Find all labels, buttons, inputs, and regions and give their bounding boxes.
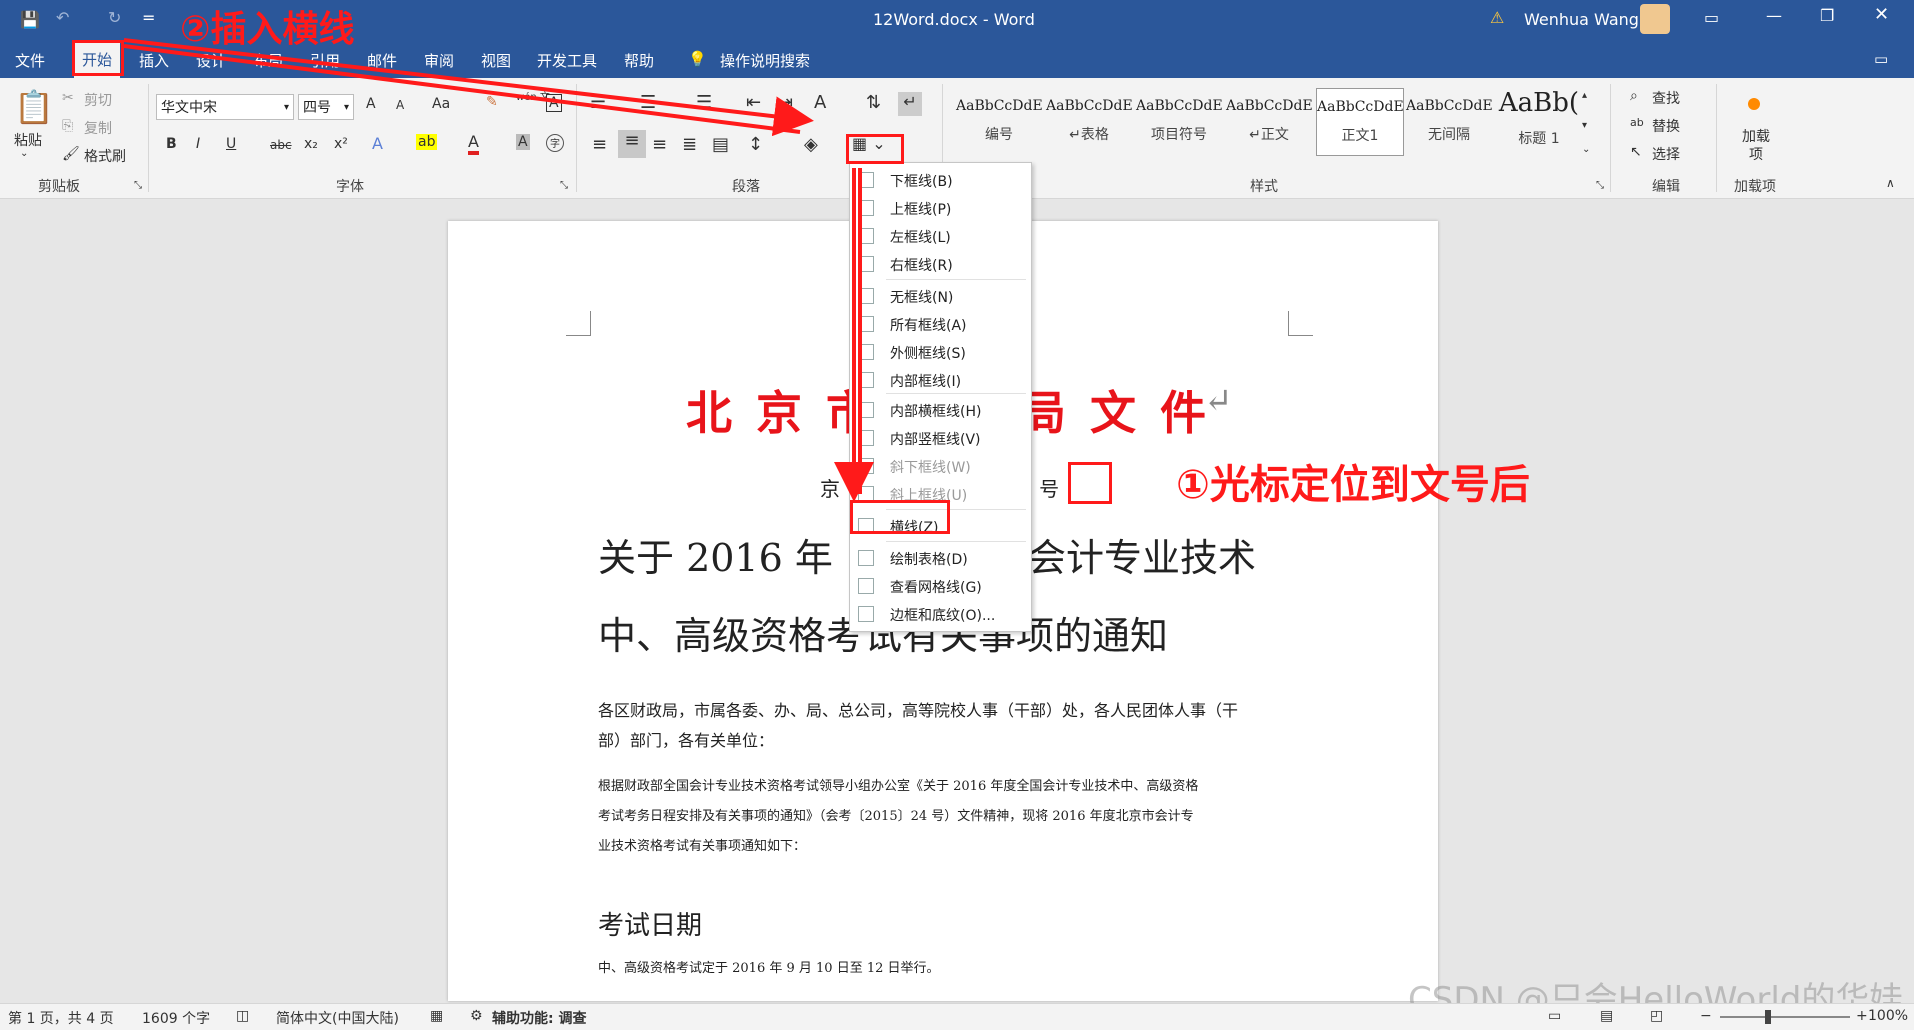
word-count[interactable]: 1609 个字 — [142, 1008, 210, 1028]
zoom-slider-thumb[interactable] — [1765, 1010, 1771, 1024]
annotation-arrows — [123, 38, 874, 502]
page-count[interactable]: 第 1 页，共 4 页 — [8, 1008, 114, 1028]
read-mode-icon[interactable]: ▭ — [1548, 1008, 1561, 1024]
arrow-to-borders — [123, 38, 814, 137]
zoom-slider[interactable] — [1720, 1016, 1850, 1018]
zoom-level[interactable]: 100% — [1868, 1008, 1908, 1024]
zoom-in-icon[interactable]: + — [1856, 1008, 1868, 1024]
accessibility-icon[interactable]: ⚙ — [470, 1008, 483, 1024]
print-layout-icon[interactable]: ▤ — [1600, 1008, 1613, 1024]
accessibility-status[interactable]: 辅助功能: 调查 — [492, 1008, 586, 1028]
proofing-icon[interactable]: ◫ — [236, 1008, 249, 1024]
language[interactable]: 简体中文(中国大陆) — [276, 1008, 399, 1028]
arrow-to-borders-shadow — [123, 44, 801, 134]
web-layout-icon[interactable]: ◰ — [1650, 1008, 1663, 1024]
status-bar: 第 1 页，共 4 页 1609 个字 ◫ 简体中文(中国大陆) ▦ ⚙ 辅助功… — [0, 1003, 1914, 1030]
macro-icon[interactable]: ▦ — [430, 1008, 443, 1024]
zoom-out-icon[interactable]: − — [1700, 1008, 1712, 1024]
